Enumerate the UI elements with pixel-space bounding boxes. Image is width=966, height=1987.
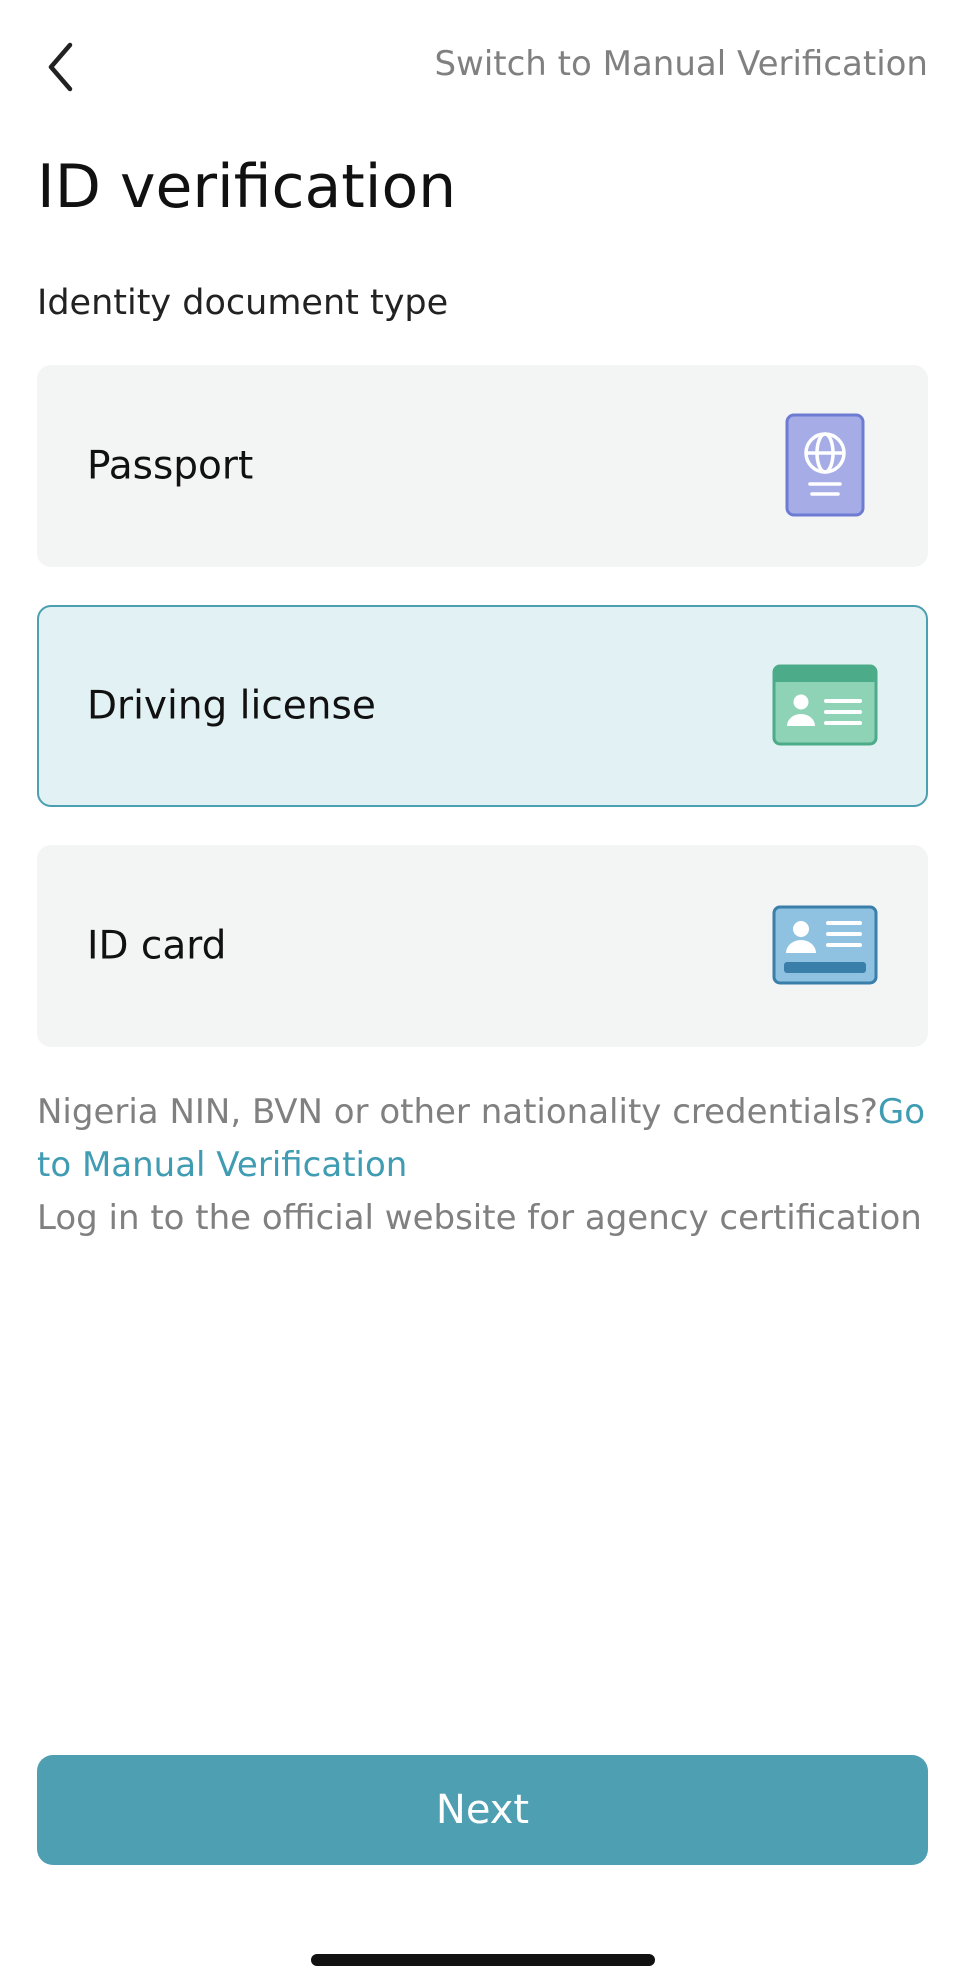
- id-card-icon: [772, 893, 878, 999]
- document-option-label: Driving license: [87, 683, 376, 729]
- info-question: Nigeria NIN, BVN or other nationality cr…: [37, 1092, 878, 1132]
- top-bar: Switch to Manual Verification: [0, 0, 966, 135]
- driving-license-icon: [772, 653, 878, 759]
- manual-verification-info: Nigeria NIN, BVN or other nationality cr…: [37, 1086, 928, 1245]
- page-title: ID verification: [37, 152, 457, 222]
- passport-icon: [772, 413, 878, 519]
- section-label: Identity document type: [37, 283, 449, 323]
- document-option-id-card[interactable]: ID card: [37, 845, 928, 1047]
- chevron-left-icon: [48, 42, 73, 92]
- info-note: Log in to the official website for agenc…: [37, 1198, 922, 1238]
- back-button[interactable]: [37, 35, 87, 99]
- home-indicator: [311, 1954, 655, 1966]
- document-option-passport[interactable]: Passport: [37, 365, 928, 567]
- switch-to-manual-verification-link[interactable]: Switch to Manual Verification: [434, 44, 928, 84]
- document-option-label: Passport: [87, 443, 254, 489]
- document-option-driving-license[interactable]: Driving license: [37, 605, 928, 807]
- next-button[interactable]: Next: [37, 1755, 928, 1865]
- document-option-label: ID card: [87, 923, 227, 969]
